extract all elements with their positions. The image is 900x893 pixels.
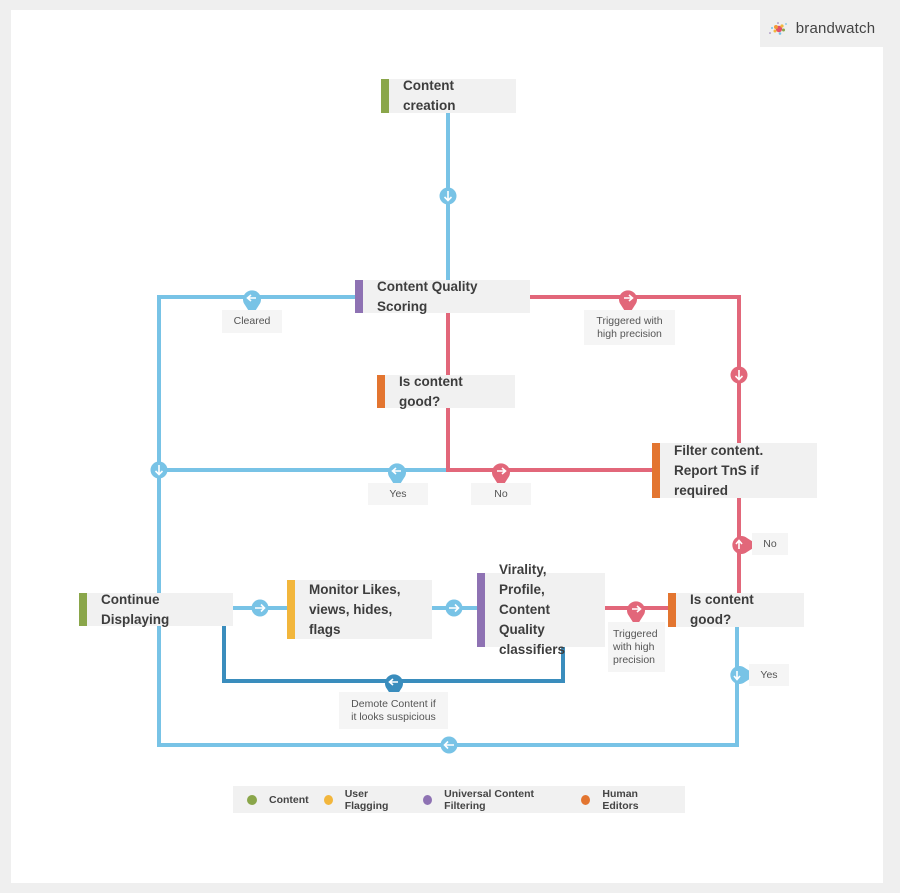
arrow-down-icon — [730, 366, 748, 384]
label-line: high precision — [597, 327, 662, 340]
node-label-line: classifiers — [499, 642, 566, 657]
node-label-line: Filter content. — [674, 442, 764, 458]
content-color-bar — [79, 593, 87, 626]
label-line: Demote Content if — [351, 697, 436, 710]
label-line: it looks suspicious — [351, 710, 436, 723]
legend-item-human-editors: Human Editors — [581, 788, 670, 812]
arrow-right-icon — [251, 599, 269, 617]
node-is-content-good-2: Is content good? — [668, 592, 804, 627]
user-flagging-color-bar — [287, 580, 295, 639]
legend-item-content: Content — [247, 794, 309, 806]
node-label: Monitor Likes, views, hides, flags — [287, 580, 432, 640]
human-editors-color-bar — [668, 593, 676, 627]
node-filter-content: Filter content. Report TnS if required — [652, 443, 817, 498]
node-label-line: Monitor Likes, — [309, 581, 401, 597]
node-label-line: views, hides, flags — [309, 601, 393, 637]
label-line: Triggered — [613, 627, 658, 640]
edge-label-yes-2: Yes — [749, 664, 789, 686]
ucf-color-bar — [477, 573, 485, 647]
edge-label-triggered-bottom: Triggered with high precision — [608, 622, 665, 672]
ucf-color-bar — [355, 280, 363, 313]
label-line: precision — [613, 653, 656, 666]
node-label: Is content good? — [690, 592, 754, 627]
human-editors-color-bar — [652, 443, 660, 498]
node-label-line: Content Quality — [499, 602, 550, 637]
legend-item-user-flagging: User Flagging — [323, 787, 408, 812]
edge-label-triggered-top: Triggered with high precision — [584, 310, 675, 345]
node-label-line: Report TnS if required — [674, 462, 759, 498]
node-label-line: Virality, Profile, — [499, 562, 547, 597]
edge-is-good-no — [446, 408, 653, 472]
legend-label: User Flagging — [344, 787, 389, 812]
node-monitor: Monitor Likes, views, hides, flags — [287, 580, 432, 639]
legend: Content User Flagging Universal Content … — [233, 786, 685, 813]
legend-item-ucf: Universal Content Filtering — [423, 788, 566, 812]
arrow-right-icon — [445, 599, 463, 617]
node-is-content-good-1: Is content good? — [377, 374, 515, 409]
label-line: Triggered with — [596, 314, 663, 327]
legend-label: Universal Content Filtering — [444, 787, 535, 812]
legend-dot-icon — [581, 794, 591, 805]
label-line: with high — [613, 640, 655, 653]
edge-label-no-2: No — [752, 533, 788, 555]
legend-label: Content — [269, 793, 309, 806]
human-editors-color-bar — [377, 375, 385, 408]
node-label: Filter content. Report TnS if required — [652, 441, 817, 501]
node-classifiers: Virality, Profile, Content Quality class… — [477, 562, 605, 657]
node-label: Content Quality Scoring — [377, 278, 478, 314]
node-content-creation: Content creation — [381, 78, 516, 113]
node-continue-displaying: Continue Displaying — [79, 592, 233, 627]
legend-label: Human Editors — [602, 787, 639, 812]
arrow-down-icon — [439, 187, 457, 205]
edge-label-demote: Demote Content if it looks suspicious — [339, 692, 448, 729]
legend-dot-icon — [247, 794, 257, 805]
legend-dot-icon — [323, 794, 333, 805]
node-content-quality-scoring: Content Quality Scoring — [355, 279, 530, 314]
node-label: Continue Displaying — [101, 591, 170, 627]
legend-dot-icon — [423, 794, 433, 805]
content-color-bar — [381, 79, 389, 113]
edge-label-cleared: Cleared — [222, 310, 282, 333]
node-label: Virality, Profile, Content Quality class… — [477, 560, 605, 660]
arrow-down-icon — [150, 461, 168, 479]
node-label: Is content good? — [399, 373, 463, 409]
arrow-left-icon — [440, 736, 458, 754]
node-label: Content creation — [403, 78, 456, 113]
edge-label-no-1: No — [471, 483, 531, 505]
edge-label-yes-1: Yes — [368, 483, 428, 505]
